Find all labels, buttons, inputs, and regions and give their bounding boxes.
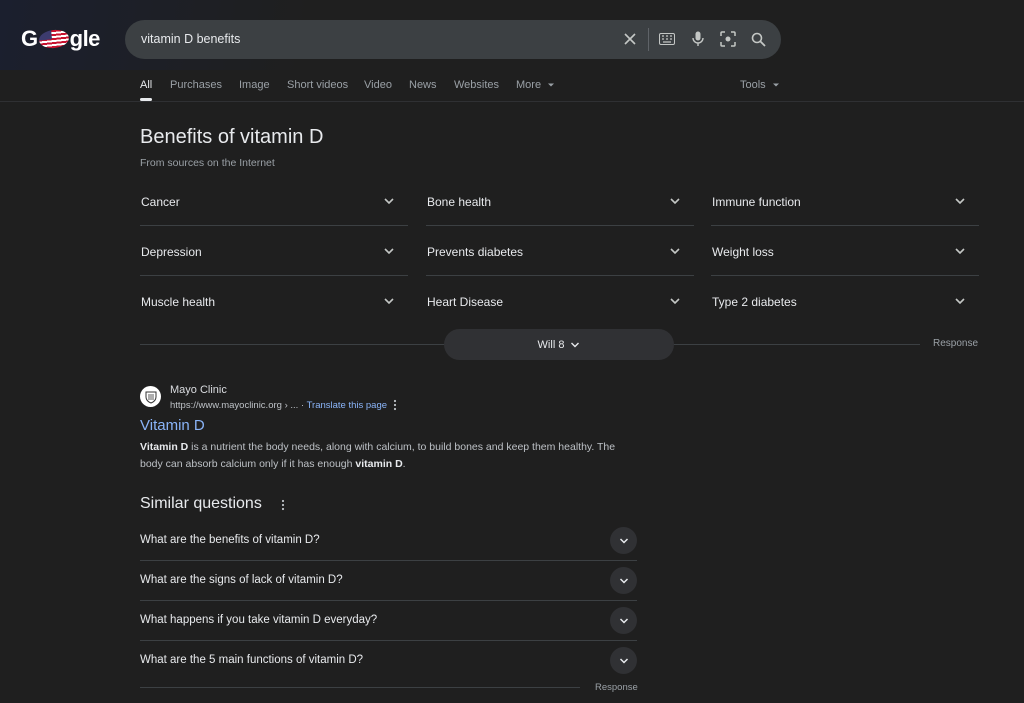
chevron-down-icon — [955, 198, 965, 205]
question-item[interactable]: What are the 5 main functions of vitamin… — [140, 641, 637, 681]
chevron-down-icon — [619, 617, 628, 624]
chevron-down-icon — [619, 577, 628, 584]
tab-image[interactable]: Image — [239, 79, 270, 91]
tab-websites[interactable]: Websites — [454, 79, 499, 91]
mayo-clinic-favicon[interactable] — [140, 386, 161, 407]
tab-video[interactable]: Video — [364, 79, 392, 91]
keyboard-icon[interactable] — [658, 30, 676, 48]
us-flag-icon — [37, 28, 70, 50]
benefit-label: Depression — [141, 245, 202, 259]
chevron-down-icon — [619, 537, 628, 544]
question-item[interactable]: What are the signs of lack of vitamin D? — [140, 561, 637, 601]
tabs-divider — [0, 101, 1024, 102]
tab-short-videos[interactable]: Short videos — [287, 79, 348, 91]
chevron-down-icon — [955, 248, 965, 255]
tools-button[interactable]: Tools — [740, 79, 780, 91]
benefit-item-depression[interactable]: Depression — [140, 226, 408, 276]
tab-purchases[interactable]: Purchases — [170, 79, 222, 91]
question-item[interactable]: What are the benefits of vitamin D? — [140, 521, 637, 561]
snippet-text: . — [402, 458, 406, 470]
benefit-item-muscle-health[interactable]: Muscle health — [140, 276, 408, 326]
logo-letters-gle: gle — [69, 26, 101, 51]
logo-letter-g: G — [21, 26, 38, 51]
more-vert-icon[interactable] — [392, 399, 398, 411]
feedback-response-link[interactable]: Response — [933, 338, 978, 349]
benefit-label: Bone health — [427, 195, 492, 209]
tools-label: Tools — [740, 79, 766, 91]
result-url[interactable]: https://www.mayoclinic.org › ... · Trans… — [170, 400, 387, 411]
expand-button[interactable] — [610, 647, 637, 674]
tab-all[interactable]: All — [140, 79, 152, 91]
show-more-button[interactable]: Will 8 — [444, 329, 674, 360]
chevron-down-icon — [619, 657, 628, 664]
expand-button[interactable] — [610, 567, 637, 594]
benefit-item-bone-health[interactable]: Bone health — [426, 176, 694, 226]
benefit-item-prevents-diabetes[interactable]: Prevents diabetes — [426, 226, 694, 276]
chevron-down-icon — [670, 298, 680, 305]
chevron-down-icon — [955, 298, 965, 305]
benefit-label: Weight loss — [712, 245, 774, 259]
more-vert-icon[interactable] — [280, 499, 286, 511]
benefit-label: Heart Disease — [427, 295, 504, 309]
similar-questions-title: Similar questions — [140, 495, 262, 512]
benefit-item-type-2-diabetes[interactable]: Type 2 diabetes — [711, 276, 979, 326]
benefits-subtitle: From sources on the Internet — [140, 157, 275, 169]
snippet-bold: Vitamin D — [140, 441, 189, 453]
chevron-down-icon — [384, 298, 394, 305]
question-label: What are the 5 main functions of vitamin… — [140, 654, 364, 666]
chevron-down-icon — [571, 342, 580, 347]
chevron-down-icon — [670, 248, 680, 255]
chevron-down-icon — [384, 198, 394, 205]
mayo-shield-icon — [145, 391, 156, 404]
result-url-text: https://www.mayoclinic.org › ... — [170, 400, 299, 411]
questions-divider — [140, 687, 580, 688]
google-logo[interactable]: G gle — [21, 26, 100, 52]
caret-down-icon — [548, 83, 555, 87]
search-query[interactable]: vitamin D benefits — [141, 32, 240, 46]
expand-button[interactable] — [610, 607, 637, 634]
benefit-label: Immune function — [712, 195, 801, 209]
tab-more-label: More — [516, 79, 542, 91]
result-snippet: Vitamin D is a nutrient the body needs, … — [140, 439, 640, 473]
benefit-label: Cancer — [141, 195, 180, 209]
expand-button[interactable] — [610, 527, 637, 554]
question-label: What happens if you take vitamin D every… — [140, 614, 378, 626]
benefit-item-cancer[interactable]: Cancer — [140, 176, 408, 226]
feedback-response-link[interactable]: Response — [595, 682, 638, 693]
benefit-label: Prevents diabetes — [427, 245, 524, 259]
benefit-item-immune-function[interactable]: Immune function — [711, 176, 979, 226]
url-separator: · — [298, 400, 307, 411]
benefit-label: Muscle health — [141, 295, 216, 309]
snippet-bold: vitamin D — [355, 458, 403, 470]
tab-news[interactable]: News — [409, 79, 437, 91]
microphone-icon[interactable] — [689, 30, 707, 48]
benefits-title: Benefits of vitamin D — [140, 126, 324, 148]
camera-lens-icon[interactable] — [719, 30, 737, 48]
result-site-name[interactable]: Mayo Clinic — [170, 384, 227, 396]
show-more-label: Will 8 — [537, 338, 565, 351]
tab-more[interactable]: More — [516, 79, 555, 91]
benefit-item-heart-disease[interactable]: Heart Disease — [426, 276, 694, 326]
translate-page-link[interactable]: Translate this page — [307, 400, 387, 411]
result-title-link[interactable]: Vitamin D — [140, 417, 205, 434]
question-label: What are the benefits of vitamin D? — [140, 534, 320, 546]
caret-down-icon — [772, 83, 779, 87]
question-item[interactable]: What happens if you take vitamin D every… — [140, 601, 637, 641]
search-divider — [648, 28, 649, 51]
search-icon[interactable] — [749, 30, 767, 48]
question-label: What are the signs of lack of vitamin D? — [140, 574, 343, 586]
benefit-label: Type 2 diabetes — [712, 295, 797, 309]
chevron-down-icon — [384, 248, 394, 255]
benefit-item-weight-loss[interactable]: Weight loss — [711, 226, 979, 276]
search-box[interactable]: vitamin D benefits — [125, 20, 781, 59]
close-icon[interactable] — [621, 30, 639, 48]
chevron-down-icon — [670, 198, 680, 205]
